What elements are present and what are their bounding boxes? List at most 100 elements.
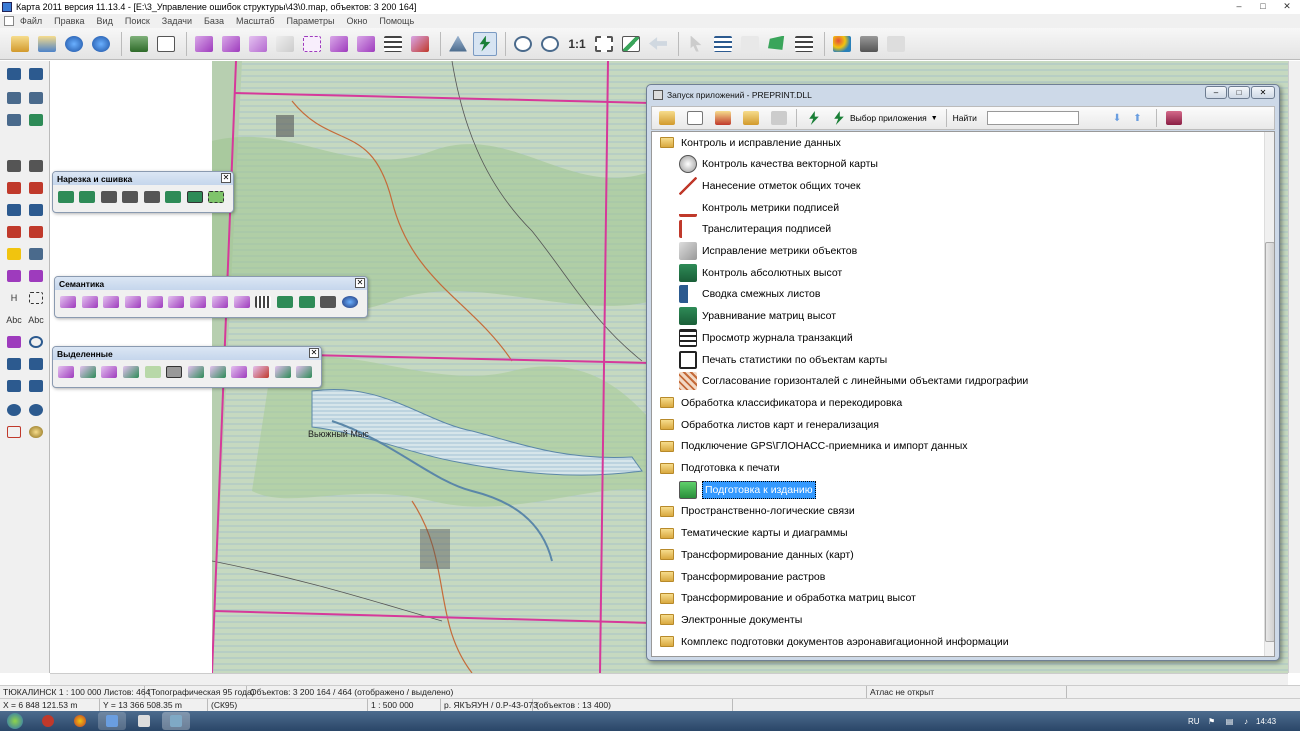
selected-tool-icon[interactable] bbox=[187, 364, 205, 380]
clock[interactable]: 14:43 bbox=[1256, 711, 1276, 731]
frame-stitch-icon[interactable] bbox=[208, 189, 226, 205]
tree-item[interactable]: Подготовка к изданию bbox=[678, 479, 816, 500]
fit-window-icon[interactable] bbox=[592, 32, 616, 56]
layers-icon[interactable] bbox=[127, 32, 151, 56]
tree-folder[interactable]: Контроль и исправление данных bbox=[660, 132, 841, 153]
polygon-icon[interactable] bbox=[765, 32, 789, 56]
semantic-a-icon[interactable] bbox=[81, 294, 99, 310]
tree-item[interactable]: Контроль метрики подписей bbox=[678, 197, 839, 218]
select-objects-icon[interactable] bbox=[192, 32, 216, 56]
semantic-ha-icon[interactable] bbox=[211, 294, 229, 310]
menu-window[interactable]: Окно bbox=[346, 16, 367, 26]
frame-tool-icon[interactable] bbox=[26, 289, 46, 307]
menu-database[interactable]: База bbox=[204, 16, 224, 26]
frame-cut-icon[interactable] bbox=[186, 189, 204, 205]
find-input[interactable] bbox=[986, 111, 1079, 125]
taskbar-map-app-icon[interactable] bbox=[162, 712, 190, 730]
fit-sheet-icon[interactable] bbox=[619, 32, 643, 56]
align-icon[interactable] bbox=[26, 245, 46, 263]
select-disabled-icon[interactable] bbox=[273, 32, 297, 56]
help-pointer-icon[interactable] bbox=[884, 32, 908, 56]
edit-point-icon[interactable] bbox=[4, 111, 24, 129]
selected-tool-icon[interactable] bbox=[100, 364, 118, 380]
tree-item[interactable]: Контроль качества векторной карты bbox=[678, 154, 878, 175]
menu-scale[interactable]: Масштаб bbox=[236, 16, 275, 26]
delete-icon[interactable] bbox=[4, 179, 24, 197]
network-icon[interactable] bbox=[4, 355, 24, 373]
menu-search[interactable]: Поиск bbox=[125, 16, 150, 26]
curve-icon[interactable] bbox=[4, 223, 24, 241]
height-tool[interactable]: H bbox=[4, 289, 24, 307]
scale-1-1-button[interactable]: 1:1 bbox=[565, 32, 589, 56]
selected-tool-icon[interactable] bbox=[209, 364, 227, 380]
semantic-ab-icon[interactable] bbox=[233, 294, 251, 310]
tree-item[interactable]: Печать статистики по объектам карты bbox=[678, 349, 887, 370]
open-folder-icon[interactable] bbox=[8, 32, 32, 56]
menu-parameters[interactable]: Параметры bbox=[286, 16, 334, 26]
select-tree-icon[interactable] bbox=[154, 32, 178, 56]
taskbar-app-icon[interactable] bbox=[34, 712, 62, 730]
network-icon[interactable]: ▤ bbox=[1226, 717, 1234, 726]
document-icon[interactable] bbox=[4, 16, 14, 26]
copy-icon[interactable] bbox=[4, 423, 24, 441]
selected-tool-icon[interactable] bbox=[144, 364, 162, 380]
minimize-button[interactable]: – bbox=[1228, 0, 1250, 12]
text-tool-2[interactable]: Abc bbox=[26, 311, 46, 329]
gear-icon[interactable] bbox=[26, 423, 46, 441]
menu-edit[interactable]: Правка bbox=[54, 16, 84, 26]
selected-panel-header[interactable]: Выделенные ✕ bbox=[53, 347, 321, 360]
tree-item[interactable]: Исправление метрики объектов bbox=[678, 241, 857, 262]
query-select-icon[interactable] bbox=[354, 32, 378, 56]
lightning-icon[interactable] bbox=[803, 108, 825, 128]
triangulate-icon[interactable] bbox=[446, 32, 470, 56]
curve-edit-icon[interactable] bbox=[26, 223, 46, 241]
minimize-button[interactable]: – bbox=[1205, 86, 1227, 99]
selected-tool-icon[interactable] bbox=[57, 364, 75, 380]
tree-folder[interactable]: Подготовка к печати bbox=[660, 458, 780, 479]
select-app-button[interactable]: Выбор приложения ▼ bbox=[831, 111, 938, 125]
tree-folder[interactable]: Тематические карты и диаграммы bbox=[660, 523, 848, 544]
select-tool-icon[interactable] bbox=[4, 333, 24, 351]
semantic-table-icon[interactable] bbox=[254, 294, 272, 310]
line-arrow-icon[interactable] bbox=[26, 201, 46, 219]
new-folder-icon[interactable] bbox=[656, 108, 678, 128]
label-list-icon[interactable] bbox=[792, 32, 816, 56]
rectangle-icon[interactable] bbox=[4, 245, 24, 263]
close-button[interactable]: ✕ bbox=[1251, 86, 1275, 99]
edit-green-icon[interactable] bbox=[26, 111, 46, 129]
label-tool-icon[interactable] bbox=[4, 267, 24, 285]
select-points-icon[interactable] bbox=[246, 32, 270, 56]
flag-icon[interactable]: ⚑ bbox=[1208, 717, 1215, 726]
close-icon[interactable]: ✕ bbox=[355, 278, 365, 288]
lightning-icon[interactable] bbox=[473, 31, 497, 56]
open-map-icon[interactable] bbox=[35, 32, 59, 56]
map-horizontal-scrollbar[interactable] bbox=[50, 673, 1288, 685]
zoom-tool-icon[interactable] bbox=[26, 333, 46, 351]
cut-area-icon[interactable] bbox=[79, 189, 97, 205]
tree-folder[interactable]: Подключение GPS\ГЛОНАСС-приемника и импо… bbox=[660, 436, 968, 457]
map-vertical-scrollbar[interactable] bbox=[1288, 61, 1300, 673]
label-move-icon[interactable] bbox=[26, 267, 46, 285]
semantic-tree-icon[interactable] bbox=[276, 294, 294, 310]
semantic-a-icon[interactable] bbox=[59, 294, 77, 310]
tree-folder[interactable]: Трансформирование растров bbox=[660, 566, 825, 587]
selected-tool-icon[interactable] bbox=[230, 364, 248, 380]
maximize-button[interactable]: □ bbox=[1228, 86, 1250, 99]
keyboard-language[interactable]: RU bbox=[1188, 711, 1200, 731]
zoom-in-icon[interactable] bbox=[538, 32, 562, 56]
close-icon[interactable]: ✕ bbox=[309, 348, 319, 358]
selected-tool-icon[interactable] bbox=[122, 364, 140, 380]
add-select-icon[interactable] bbox=[327, 32, 351, 56]
taskbar-window-icon[interactable] bbox=[130, 712, 158, 730]
select-labels-icon[interactable] bbox=[219, 32, 243, 56]
network-edit-icon[interactable] bbox=[26, 355, 46, 373]
close-icon[interactable]: ✕ bbox=[221, 173, 231, 183]
cut-stitch-panel-header[interactable]: Нарезка и сшивка ✕ bbox=[53, 172, 233, 185]
semantic-info-icon[interactable] bbox=[298, 294, 316, 310]
move-icon[interactable] bbox=[4, 201, 24, 219]
menu-help[interactable]: Помощь bbox=[379, 16, 414, 26]
tree-folder[interactable]: Обработка листов карт и генерализация bbox=[660, 414, 879, 435]
zoom-out-icon[interactable] bbox=[511, 32, 535, 56]
semantic-a-icon[interactable] bbox=[102, 294, 120, 310]
semantic-ab-icon[interactable] bbox=[146, 294, 164, 310]
